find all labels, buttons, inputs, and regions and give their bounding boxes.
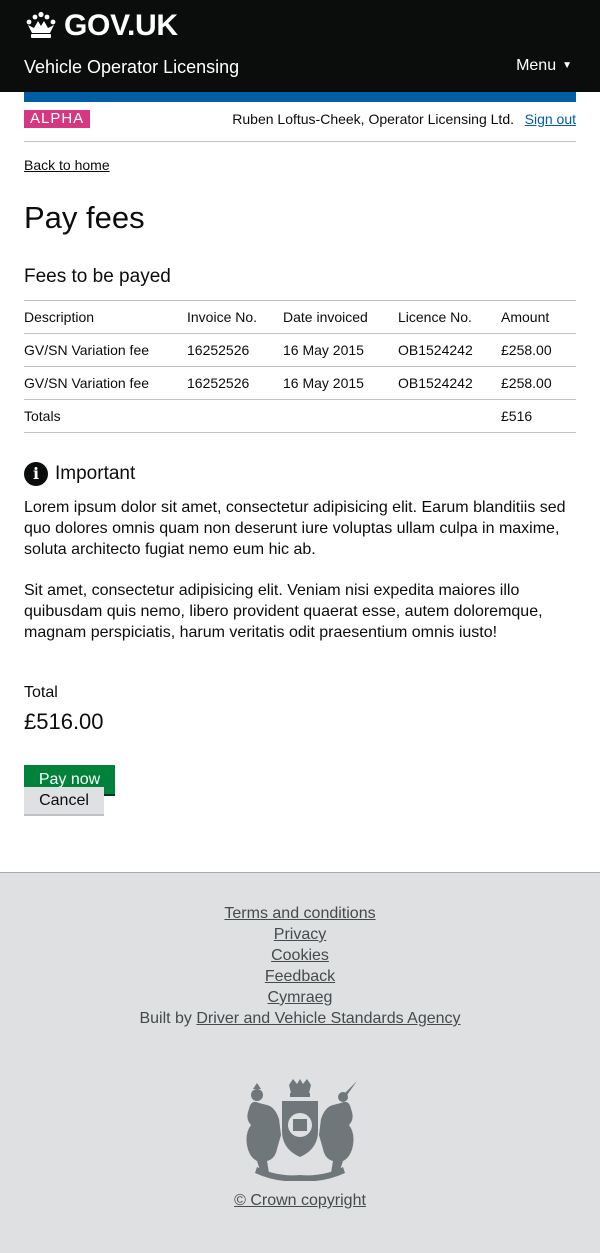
table-row: GV/SN Variation fee 16252526 16 May 2015… — [24, 366, 576, 400]
footer-links: Terms and conditions Privacy Cookies Fee… — [0, 903, 600, 1029]
fees-section-title: Fees to be payed — [24, 266, 171, 287]
page-title: Pay fees — [24, 200, 145, 235]
totals-amount: £516 — [501, 399, 576, 433]
footer-link-cymraeg[interactable]: Cymraeg — [0, 987, 600, 1008]
total-amount: £516.00 — [24, 709, 104, 734]
fee-amount: £258.00 — [501, 333, 576, 367]
fee-date-invoiced: 16 May 2015 — [283, 366, 398, 400]
built-by-line: Built by Driver and Vehicle Standards Ag… — [0, 1008, 600, 1029]
fees-table-header-row: Description Invoice No. Date invoiced Li… — [24, 300, 576, 334]
important-notice-heading: i Important — [24, 462, 135, 486]
notice-paragraph: Lorem ipsum dolor sit amet, consectetur … — [24, 499, 566, 558]
site-footer: Terms and conditions Privacy Cookies Fee… — [0, 872, 600, 1253]
fees-table: Description Invoice No. Date invoiced Li… — [24, 300, 576, 433]
phase-tag: ALPHA — [24, 110, 91, 128]
totals-row: Totals £516 — [24, 399, 576, 433]
fee-description: GV/SN Variation fee — [24, 333, 187, 367]
footer-link-dvsa[interactable]: Driver and Vehicle Standards Agency — [196, 1010, 460, 1027]
sign-out-link[interactable]: Sign out — [525, 111, 576, 127]
column-header-description: Description — [24, 300, 187, 334]
footer-link-cookies[interactable]: Cookies — [0, 945, 600, 966]
menu-label: Menu — [516, 57, 557, 74]
back-to-home-link[interactable]: Back to home — [24, 157, 110, 173]
user-account-info: Ruben Loftus-Cheek, Operator Licensing L… — [232, 111, 514, 127]
footer-link-terms[interactable]: Terms and conditions — [0, 903, 600, 924]
crown-icon — [26, 11, 56, 38]
column-header-date-invoiced: Date invoiced — [283, 300, 398, 334]
crown-copyright-link[interactable]: © Crown copyright — [0, 1191, 600, 1211]
column-header-licence-no: Licence No. — [398, 300, 501, 334]
fee-amount: £258.00 — [501, 366, 576, 400]
footer-link-feedback[interactable]: Feedback — [0, 966, 600, 987]
royal-coat-of-arms-crest — [246, 1079, 357, 1181]
govuk-logo-link[interactable]: GOV.UK — [24, 10, 178, 42]
service-name-link[interactable]: Vehicle Operator Licensing — [24, 56, 239, 78]
column-header-amount: Amount — [501, 300, 576, 334]
fee-invoice-no: 16252526 — [187, 333, 283, 367]
total-label: Total — [24, 684, 58, 701]
notice-paragraph: Sit amet, consectetur adipisicing elit. … — [24, 582, 543, 641]
fee-description: GV/SN Variation fee — [24, 366, 187, 400]
table-row: GV/SN Variation fee 16252526 16 May 2015… — [24, 333, 576, 367]
footer-link-privacy[interactable]: Privacy — [0, 924, 600, 945]
phase-banner: ALPHA Ruben Loftus-Cheek, Operator Licen… — [24, 110, 576, 142]
notice-heading-text: Important — [55, 463, 136, 484]
totals-label: Totals — [24, 399, 187, 433]
fee-licence-no: OB1524242 — [398, 366, 501, 400]
column-header-invoice-no: Invoice No. — [187, 300, 283, 334]
fee-invoice-no: 16252526 — [187, 366, 283, 400]
menu-toggle-button[interactable]: Menu ▼ — [516, 56, 572, 76]
site-header: GOV.UK Vehicle Operator Licensing Menu ▼ — [0, 0, 600, 92]
logo-text: GOV.UK — [64, 9, 178, 42]
fee-licence-no: OB1524242 — [398, 333, 501, 367]
cancel-button[interactable]: Cancel — [24, 787, 104, 814]
fee-date-invoiced: 16 May 2015 — [283, 333, 398, 367]
built-by-prefix: Built by — [139, 1010, 192, 1027]
menu-caret-icon: ▼ — [562, 60, 572, 71]
info-icon: i — [24, 462, 48, 486]
header-accent-bar — [24, 92, 576, 102]
